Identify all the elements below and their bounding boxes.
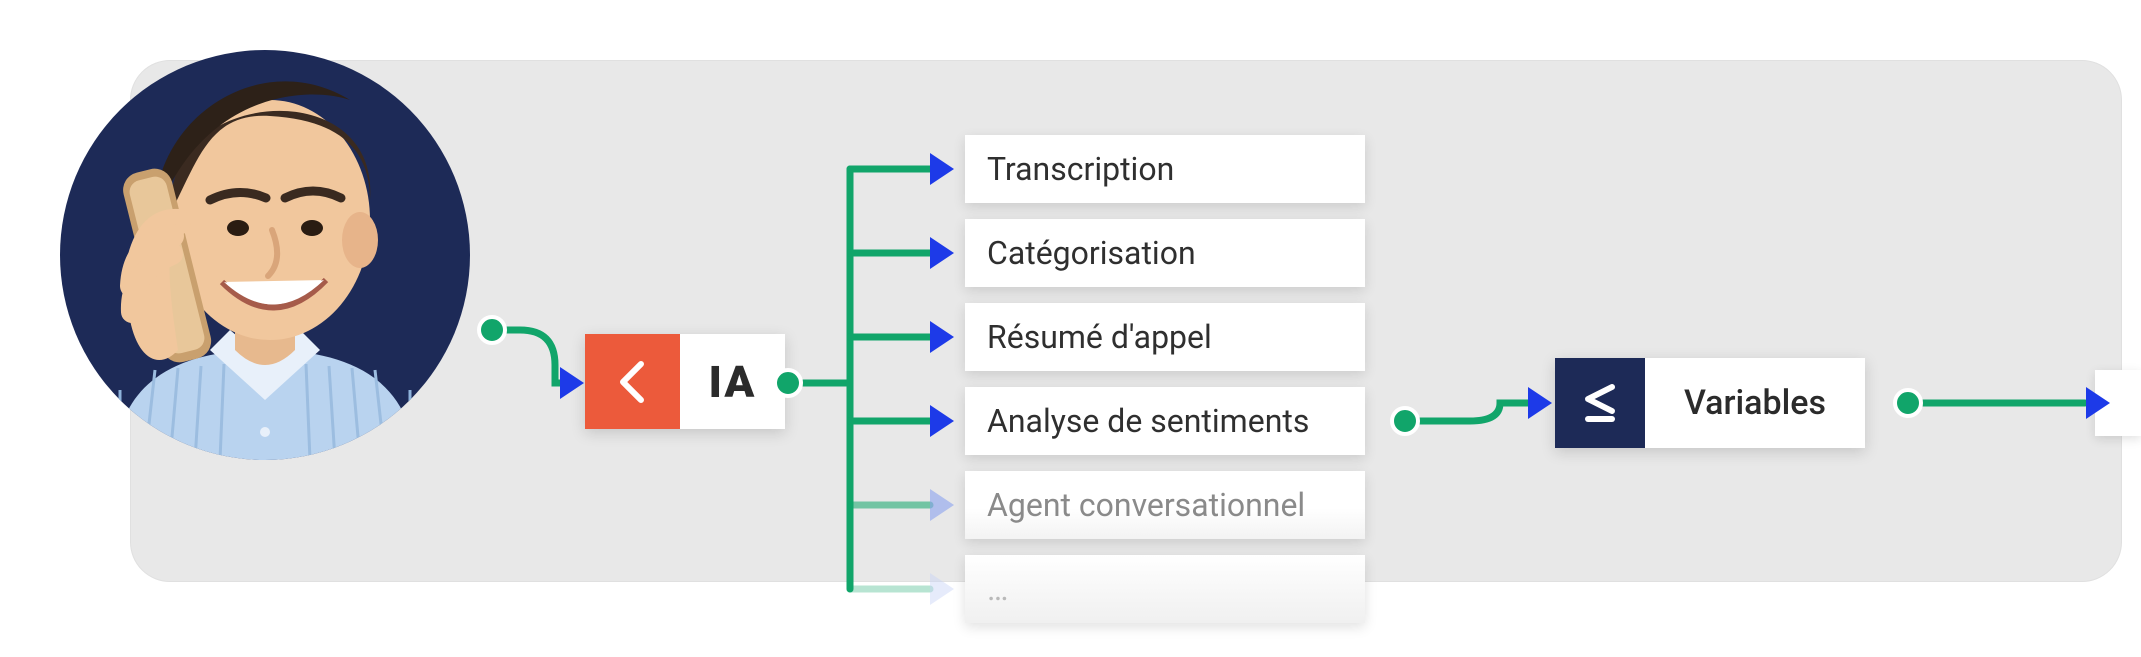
arrow-icon [930,573,954,605]
avatar-illustration [60,50,470,460]
avatar [60,50,470,460]
arrow-icon [2086,387,2110,419]
ia-node-label: IA [680,356,785,408]
variables-node-label: Variables [1645,383,1865,423]
arrow-icon [930,489,954,521]
port-dot [1893,388,1923,418]
feature-resume-appel[interactable]: Résumé d'appel [965,303,1365,371]
arrow-icon [930,321,954,353]
variables-node[interactable]: Variables [1555,358,1865,448]
feature-label: Catégorisation [987,234,1196,272]
feature-label: Analyse de sentiments [987,402,1309,440]
chevron-left-icon [585,334,680,429]
feature-more[interactable]: … [965,555,1365,623]
feature-label: Transcription [987,150,1174,188]
feature-label: Résumé d'appel [987,318,1212,356]
port-dot [477,315,507,345]
arrow-icon [930,153,954,185]
arrow-icon [930,237,954,269]
arrow-icon [560,367,584,399]
arrow-icon [930,405,954,437]
port-dot [773,368,803,398]
less-equal-icon [1555,358,1645,448]
feature-label: … [987,570,1008,608]
arrow-icon [1528,387,1552,419]
feature-transcription[interactable]: Transcription [965,135,1365,203]
ia-node[interactable]: IA [585,334,785,429]
feature-categorisation[interactable]: Catégorisation [965,219,1365,287]
port-dot [1390,406,1420,436]
feature-agent-conversationnel[interactable]: Agent conversationnel [965,471,1365,539]
feature-analyse-sentiments[interactable]: Analyse de sentiments [965,387,1365,455]
feature-label: Agent conversationnel [987,486,1305,524]
